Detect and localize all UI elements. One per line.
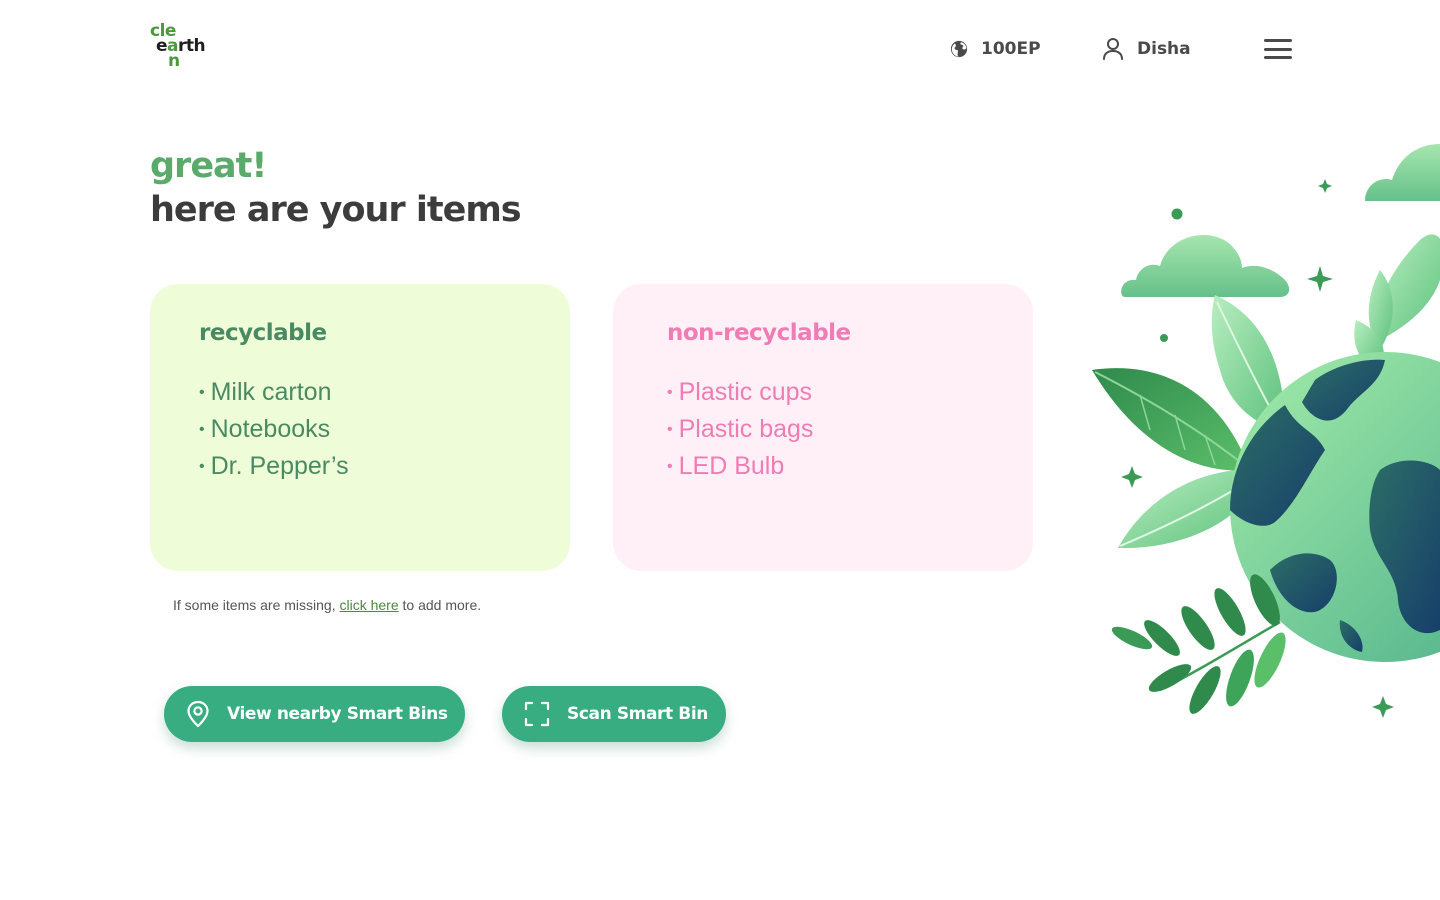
- list-item: • Dr. Pepper’s: [199, 452, 349, 480]
- recyclable-list: • Milk carton • Notebooks • Dr. Pepper’s: [199, 374, 570, 485]
- globe-icon: [950, 40, 968, 58]
- hamburger-menu-icon[interactable]: [1262, 36, 1294, 62]
- list-item: • LED Bulb: [667, 452, 785, 480]
- hero-subtitle: great!: [150, 146, 267, 186]
- non-recyclable-card: non-recyclable • Plastic cups • Plastic ba…: [613, 284, 1033, 571]
- logo-line-3: n: [168, 51, 180, 71]
- earth-leaves-illustration: [1092, 144, 1440, 718]
- user-profile[interactable]: Disha: [1102, 36, 1191, 62]
- user-name: Disha: [1137, 39, 1191, 59]
- view-nearby-bins-button[interactable]: View nearby Smart Bins: [164, 686, 465, 742]
- scan-smart-bin-label: Scan Smart Bin: [567, 704, 708, 724]
- scan-smart-bin-button[interactable]: Scan Smart Bin: [502, 686, 726, 742]
- missing-items-note: If some items are missing, click here to…: [173, 597, 482, 613]
- non-recyclable-heading: non-recyclable: [667, 320, 851, 346]
- recyclable-card: recyclable • Milk carton • Notebooks • Dr. …: [150, 284, 570, 571]
- logo-line-2: earth: [156, 36, 206, 56]
- page-title: here are your items: [150, 190, 522, 230]
- scan-frame-icon: [524, 701, 550, 727]
- list-item: • Plastic cups: [667, 378, 812, 406]
- user-icon: [1103, 38, 1123, 60]
- location-pin-icon: [187, 700, 209, 728]
- list-item: • Plastic bags: [667, 415, 814, 443]
- list-item: • Milk carton: [199, 378, 332, 406]
- view-nearby-bins-label: View nearby Smart Bins: [227, 704, 448, 724]
- logo[interactable]: cle earth n: [150, 23, 220, 71]
- points-display[interactable]: 100EP: [950, 36, 1041, 62]
- list-item: • Notebooks: [199, 415, 331, 443]
- points-value: 100EP: [981, 39, 1041, 59]
- recyclable-heading: recyclable: [199, 320, 327, 346]
- non-recyclable-list: • Plastic cups • Plastic bags • LED Bulb: [667, 374, 1033, 485]
- add-items-link[interactable]: click here: [340, 597, 399, 613]
